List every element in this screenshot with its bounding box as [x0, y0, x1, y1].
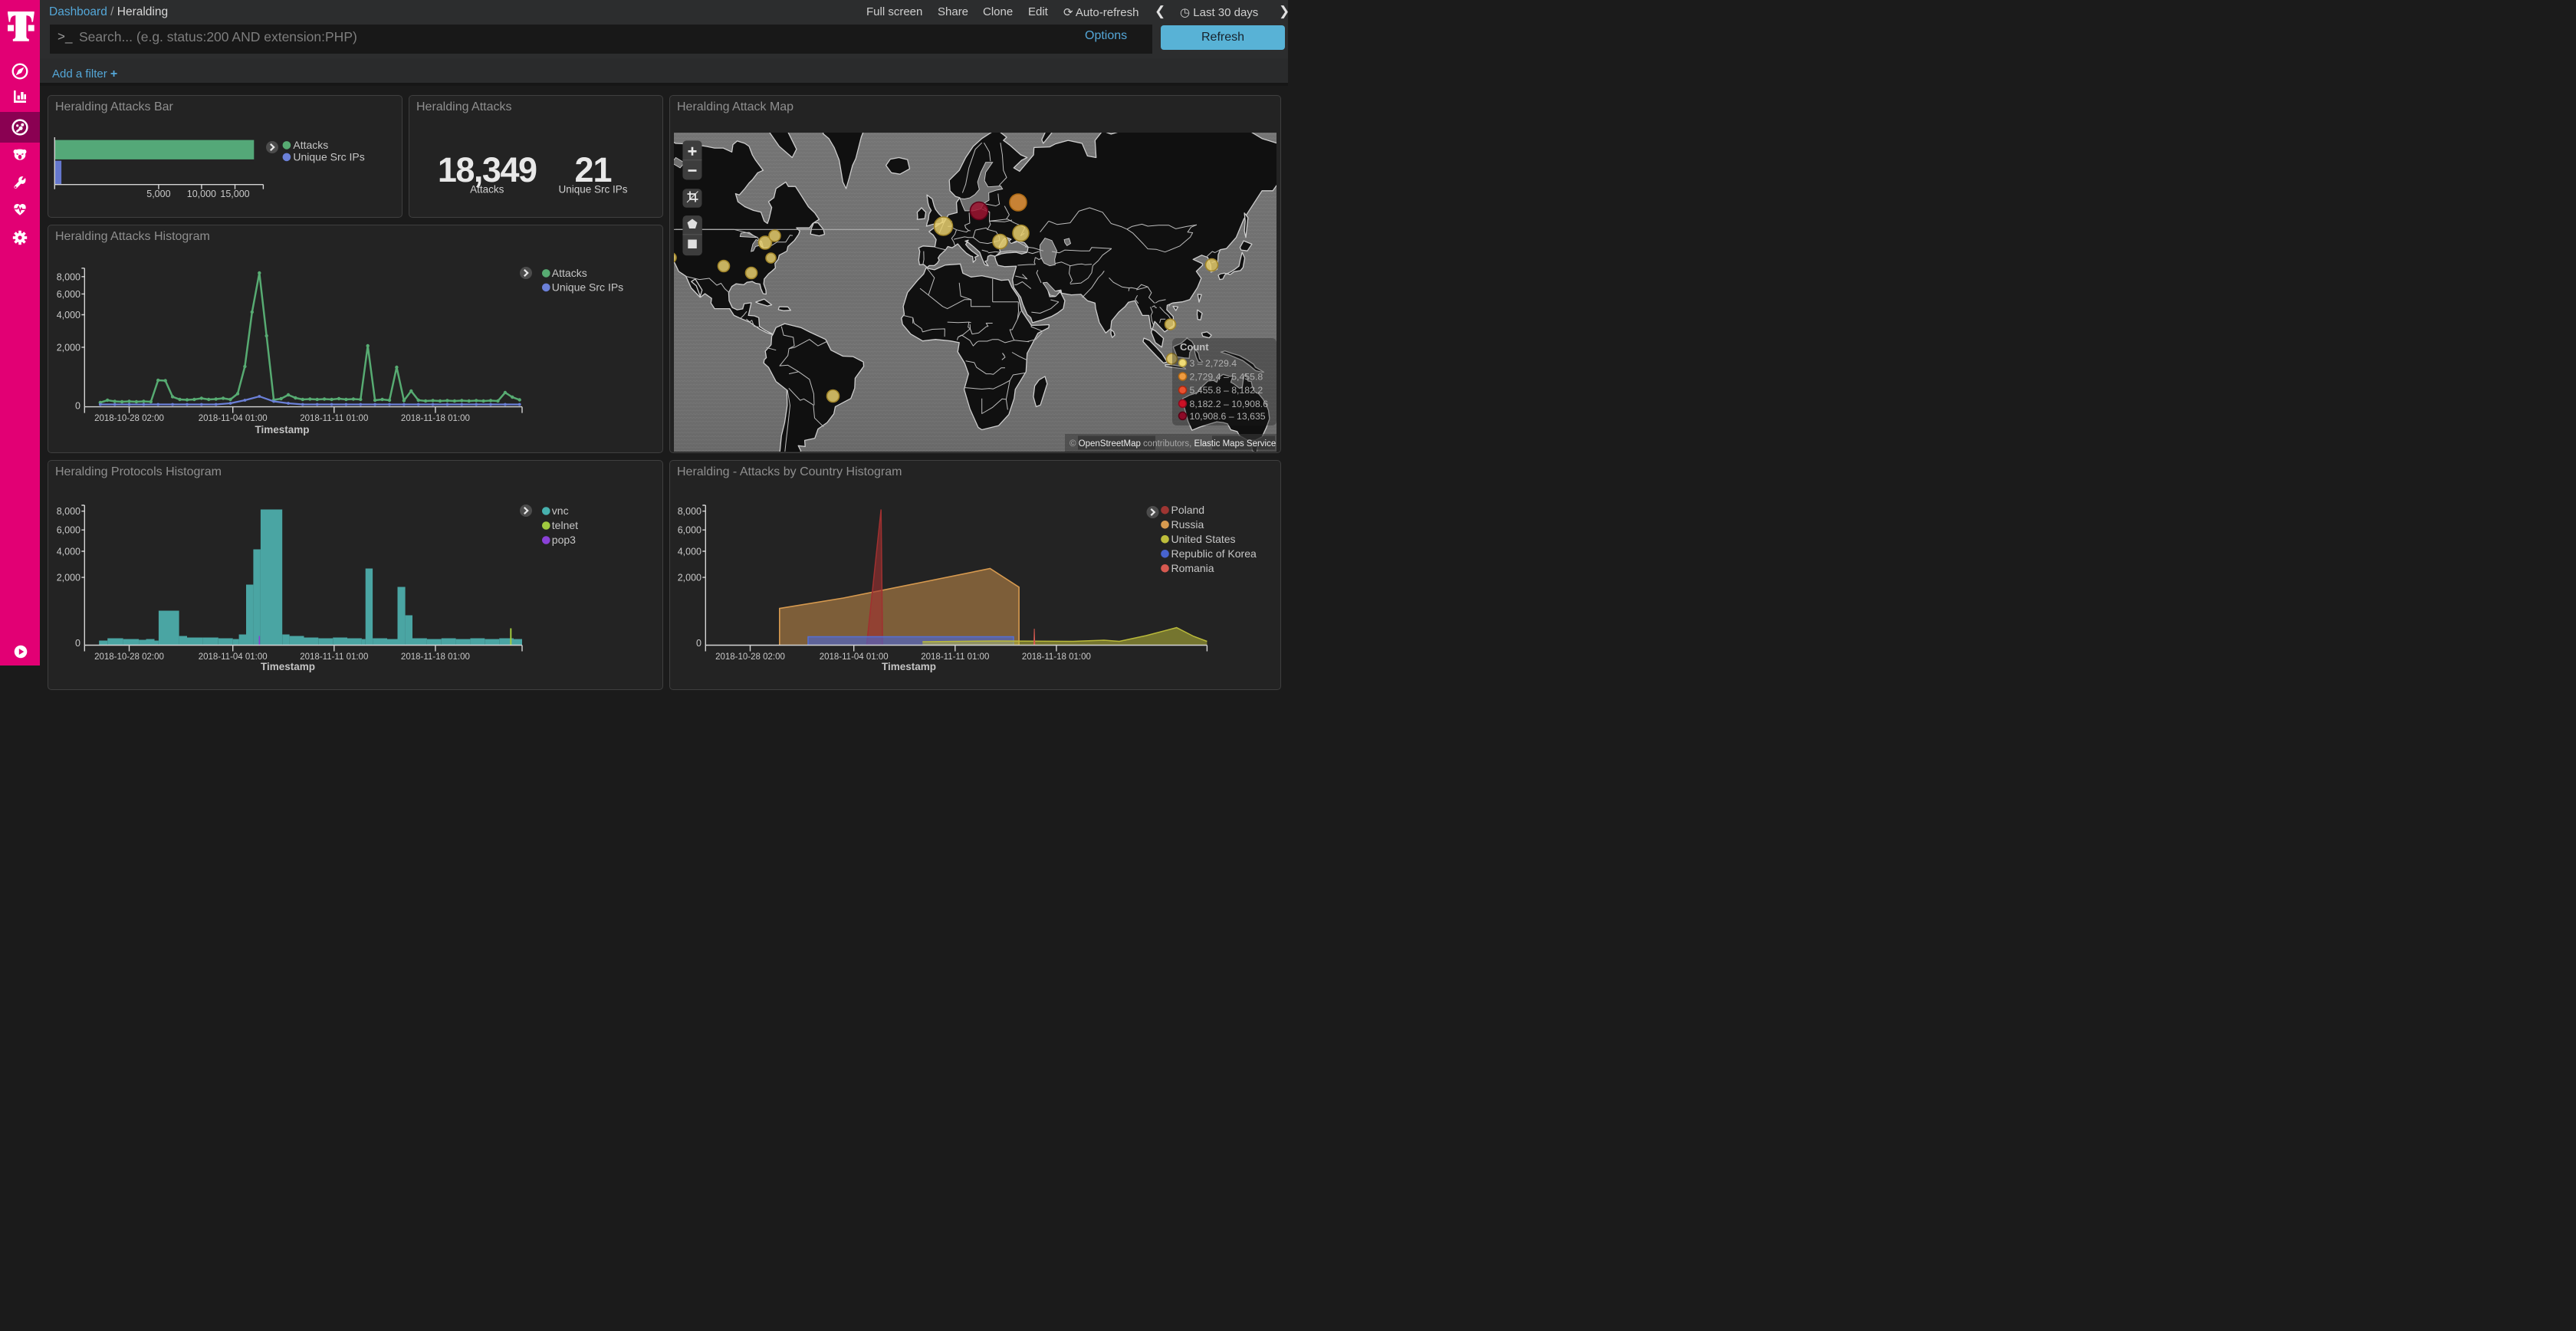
svg-text:15,000: 15,000: [220, 189, 249, 199]
svg-text:8,000: 8,000: [678, 506, 702, 517]
svg-text:2,000: 2,000: [57, 342, 80, 353]
svg-text:2018-11-04 01:00: 2018-11-04 01:00: [820, 652, 889, 662]
svg-text:© OpenStreetMap contributors,: © OpenStreetMap contributors, Elastic Ma…: [1070, 439, 1276, 449]
svg-text:United States: United States: [1171, 533, 1236, 545]
svg-text:vnc: vnc: [552, 504, 569, 517]
svg-text:Attacks: Attacks: [470, 184, 504, 196]
svg-text:2,000: 2,000: [57, 573, 80, 583]
svg-text:2018-11-18 01:00: 2018-11-18 01:00: [401, 414, 470, 423]
svg-text:4,000: 4,000: [57, 547, 80, 557]
svg-text:2,729.4 – 5,455.8: 2,729.4 – 5,455.8: [1190, 372, 1263, 383]
svg-text:10,000: 10,000: [187, 189, 216, 199]
svg-text:2,000: 2,000: [678, 573, 702, 583]
svg-text:6,000: 6,000: [678, 525, 702, 536]
svg-text:8,000: 8,000: [57, 271, 80, 282]
svg-text:2018-10-28 02:00: 2018-10-28 02:00: [715, 652, 785, 662]
svg-text:0: 0: [75, 638, 80, 649]
svg-text:0: 0: [75, 401, 80, 412]
svg-text:Attacks: Attacks: [552, 267, 587, 279]
svg-text:2018-11-11 01:00: 2018-11-11 01:00: [300, 414, 368, 423]
svg-text:5,000: 5,000: [146, 189, 170, 199]
svg-text:0: 0: [696, 638, 702, 649]
svg-text:Attacks: Attacks: [293, 139, 328, 151]
svg-text:3 – 2,729.4: 3 – 2,729.4: [1190, 358, 1237, 369]
svg-text:Timestamp: Timestamp: [255, 424, 309, 435]
svg-text:2018-10-28 02:00: 2018-10-28 02:00: [94, 652, 164, 662]
svg-text:2018-11-18 01:00: 2018-11-18 01:00: [1022, 652, 1091, 662]
svg-text:pop3: pop3: [552, 534, 576, 546]
svg-text:2018-11-04 01:00: 2018-11-04 01:00: [199, 414, 268, 423]
svg-text:6,000: 6,000: [57, 289, 80, 300]
svg-text:10,908.6 – 13,635: 10,908.6 – 13,635: [1190, 411, 1266, 422]
svg-text:2018-11-04 01:00: 2018-11-04 01:00: [199, 652, 268, 662]
svg-text:2018-10-28 02:00: 2018-10-28 02:00: [94, 414, 164, 423]
svg-text:4,000: 4,000: [57, 310, 80, 320]
svg-text:5,455.8 – 8,182.2: 5,455.8 – 8,182.2: [1190, 385, 1263, 396]
svg-text:2018-11-18 01:00: 2018-11-18 01:00: [401, 652, 470, 662]
svg-text:telnet: telnet: [552, 519, 578, 531]
svg-text:Unique Src IPs: Unique Src IPs: [558, 184, 627, 196]
svg-text:8,182.2 – 10,908.6: 8,182.2 – 10,908.6: [1190, 399, 1269, 409]
svg-text:Count: Count: [1180, 341, 1209, 353]
svg-text:Russia: Russia: [1171, 518, 1204, 531]
svg-text:Unique Src IPs: Unique Src IPs: [293, 151, 364, 163]
svg-text:Romania: Romania: [1171, 562, 1214, 574]
svg-text:8,000: 8,000: [57, 506, 80, 517]
svg-text:Republic of Korea: Republic of Korea: [1171, 547, 1257, 560]
svg-text:Poland: Poland: [1171, 504, 1205, 516]
svg-text:6,000: 6,000: [57, 525, 80, 536]
svg-text:Unique Src IPs: Unique Src IPs: [552, 281, 623, 294]
svg-text:4,000: 4,000: [678, 547, 702, 557]
